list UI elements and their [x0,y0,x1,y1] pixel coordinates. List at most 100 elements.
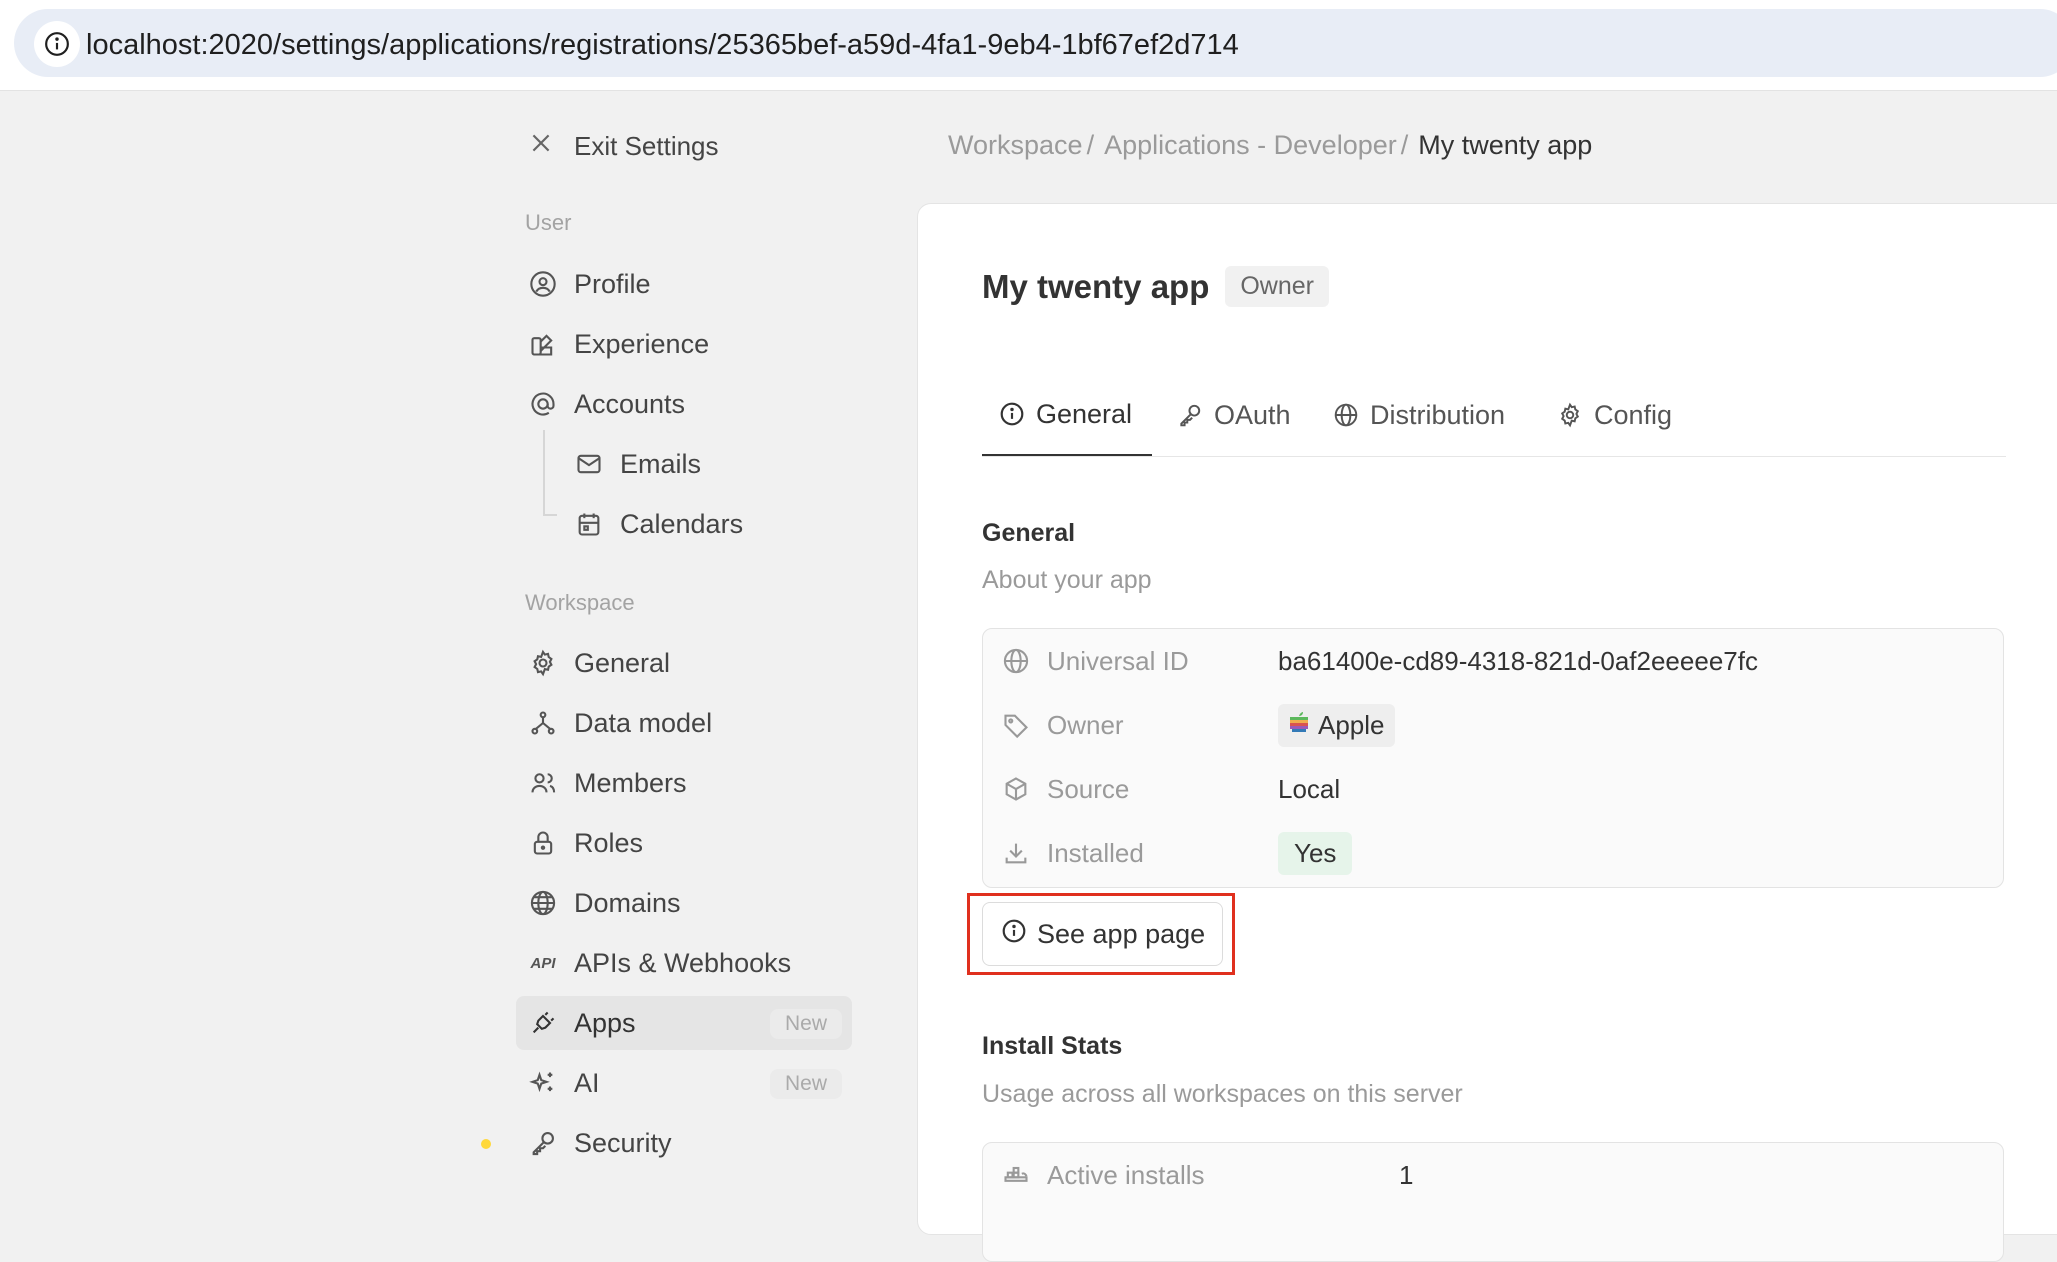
sidebar-item-label: Calendars [620,508,744,539]
install-stats-title: Install Stats [982,1032,1123,1060]
breadcrumb: Workspace / Applications - Developer / My tw… [948,130,1592,161]
stack-icon [1001,1160,1031,1190]
sidebar-item-experience[interactable]: Experience [516,317,852,371]
sidebar-item-label: Domains [574,887,681,918]
sidebar-item-label: Experience [574,328,710,359]
owner-chip[interactable]: Apple [1278,703,1395,747]
role-badge: Owner [1225,266,1329,307]
tab-bar: General OAuth Distribution Config [982,374,2006,457]
tab-label: OAuth [1214,399,1291,430]
gear-icon [528,648,558,678]
download-icon [1001,838,1031,868]
sidebar-item-accounts[interactable]: Accounts [516,377,852,431]
stats-row-active-installs: Active installs 1 [983,1145,2003,1205]
sidebar-item-emails[interactable]: Emails [516,437,852,491]
installed-badge: Yes [1278,831,1353,875]
sidebar-item-roles[interactable]: Roles [516,816,852,870]
info-row-source: Source Local [983,759,2003,819]
row-label: Active installs [1047,1159,1205,1190]
info-row-universal-id: Universal ID ba61400e-cd89-4318-821d-0af… [983,631,2003,691]
row-label: Source [1047,773,1130,804]
gear-icon [1556,401,1584,429]
breadcrumb-separator: / [1086,130,1095,160]
tab-config[interactable]: Config [1556,374,1672,456]
breadcrumb-current: My twenty app [1418,130,1593,160]
active-installs-value: 1 [1399,1159,1414,1190]
main-panel: My twenty app Owner General OAuth Distri… [917,203,2057,1262]
hierarchy-icon [528,708,558,738]
tab-general[interactable]: General [982,374,1152,456]
sidebar-item-label: Roles [574,827,644,858]
users-icon [528,768,558,798]
calendar-icon [574,509,604,539]
tab-label: General [1036,398,1133,429]
info-circle-icon [998,400,1026,428]
box-icon [1001,774,1031,804]
row-label: Owner [1047,709,1124,740]
exit-settings-button[interactable]: Exit Settings [528,130,719,163]
sidebar-item-apis-webhooks[interactable]: API APIs & Webhooks [516,936,852,990]
tab-oauth[interactable]: OAuth [1176,374,1291,456]
exit-settings-label: Exit Settings [574,131,719,161]
tab-label: Distribution [1370,399,1506,430]
row-label: Installed [1047,837,1144,868]
at-icon [528,389,558,419]
highlight-box [967,893,1235,975]
sidebar-item-members[interactable]: Members [516,756,852,810]
breadcrumb-separator: / [1400,130,1409,160]
workspace-section-label: Workspace [525,590,635,615]
sidebar-item-label: Profile [574,268,651,299]
general-info-card: Universal ID ba61400e-cd89-4318-821d-0af… [982,628,2004,888]
sidebar-item-label: Accounts [574,388,686,419]
new-badge: New [769,1069,842,1099]
globe-icon [1332,401,1360,429]
universal-id-value: ba61400e-cd89-4318-821d-0af2eeeee7fc [1278,645,1758,676]
page-title: My twenty app [982,267,1210,305]
sidebar-item-label: General [574,647,671,678]
plug-icon [528,1008,558,1038]
sidebar-item-label: Members [574,767,687,798]
sidebar-item-label: Apps [574,1007,636,1038]
tag-icon [1001,710,1031,740]
sidebar-item-label: Data model [574,707,713,738]
sidebar-item-label: APIs & Webhooks [574,947,792,978]
settings-sidebar: Exit Settings User Profile Experience Ac… [516,90,856,1214]
breadcrumb-applications[interactable]: Applications - Developer [1104,130,1397,160]
browser-toolbar: localhost:2020/settings/applications/reg… [0,0,2057,91]
sidebar-item-domains[interactable]: Domains [516,876,852,930]
info-row-owner: Owner Apple [983,695,2003,755]
address-bar[interactable]: localhost:2020/settings/applications/reg… [14,9,2057,77]
mail-icon [574,449,604,479]
tab-label: Config [1594,399,1673,430]
sidebar-item-label: AI [574,1067,600,1098]
url-text[interactable]: localhost:2020/settings/applications/reg… [86,29,1239,62]
close-icon [528,130,554,163]
sidebar-item-label: Emails [620,448,702,479]
user-section-label: User [525,210,572,235]
page-header: My twenty app Owner [982,266,1329,307]
api-icon: API [530,954,556,972]
key-icon [528,1128,558,1158]
sidebar-item-apps[interactable]: Apps New [516,996,852,1050]
lock-icon [528,828,558,858]
tab-distribution[interactable]: Distribution [1332,374,1505,456]
site-info-icon[interactable] [34,21,80,67]
apple-logo-icon [1288,710,1310,741]
row-label: Universal ID [1047,645,1189,676]
source-value: Local [1278,773,1341,804]
sidebar-item-general[interactable]: General [516,636,852,690]
notification-dot [481,1139,491,1149]
general-section-title: General [982,519,1076,547]
install-stats-card: Active installs 1 [982,1142,2004,1262]
general-section-subtitle: About your app [982,566,1152,594]
sidebar-item-calendars[interactable]: Calendars [516,497,852,551]
sidebar-item-security[interactable]: Security [516,1116,852,1170]
sidebar-item-profile[interactable]: Profile [516,257,852,311]
sidebar-item-ai[interactable]: AI New [516,1056,852,1110]
color-swatch-icon [528,329,558,359]
new-badge: New [769,1009,842,1039]
info-row-installed: Installed Yes [983,823,2003,883]
sidebar-item-data-model[interactable]: Data model [516,696,852,750]
breadcrumb-workspace[interactable]: Workspace [948,130,1083,160]
install-stats-subtitle: Usage across all workspaces on this serv… [982,1080,1463,1108]
